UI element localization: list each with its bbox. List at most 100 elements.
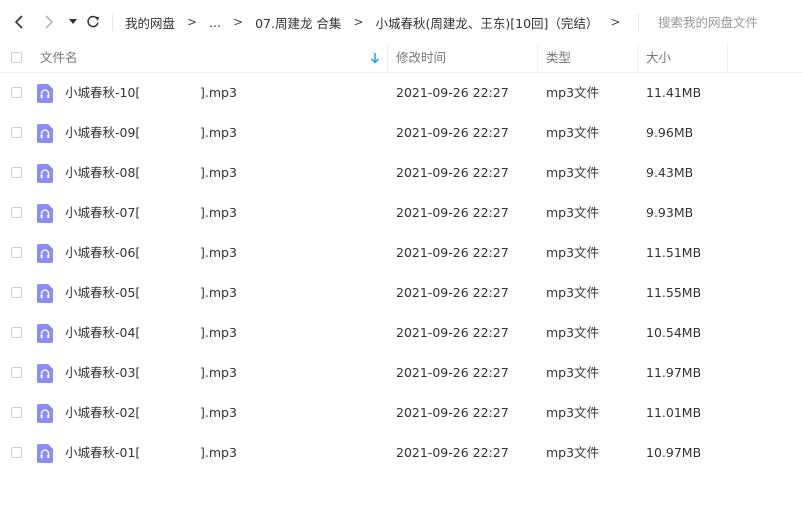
- file-name-suffix[interactable]: ].mp3: [200, 193, 237, 233]
- breadcrumb-separator: >: [353, 15, 364, 29]
- select-all-checkbox[interactable]: [11, 52, 22, 63]
- breadcrumb-item-ellipsis[interactable]: ...: [209, 15, 221, 30]
- file-type: mp3文件: [546, 245, 600, 260]
- file-type: mp3文件: [546, 445, 600, 460]
- audio-file-icon: [37, 124, 53, 143]
- column-header-type[interactable]: 类型: [546, 44, 571, 72]
- file-modified: 2021-09-26 22:27: [396, 285, 509, 300]
- column-divider[interactable]: [637, 44, 638, 72]
- row-checkbox[interactable]: [11, 167, 22, 178]
- breadcrumb-separator: >: [610, 15, 621, 29]
- file-modified: 2021-09-26 22:27: [396, 205, 509, 220]
- file-modified: 2021-09-26 22:27: [396, 445, 509, 460]
- forward-button[interactable]: [39, 11, 59, 33]
- file-row[interactable]: 小城春秋-09[ ].mp3 2021-09-26 22:27 mp3文件 9.96MB: [0, 113, 802, 153]
- audio-file-icon: [37, 404, 53, 423]
- column-header-size[interactable]: 大小: [646, 44, 671, 72]
- row-checkbox[interactable]: [11, 87, 22, 98]
- audio-file-icon: [37, 284, 53, 303]
- file-row[interactable]: 小城春秋-08[].mp3 2021-09-26 22:27 mp3文件 9.43MB: [0, 153, 802, 193]
- file-name-prefix[interactable]: 小城春秋-02[: [65, 393, 140, 433]
- file-type: mp3文件: [546, 405, 600, 420]
- file-type: mp3文件: [546, 365, 600, 380]
- file-row[interactable]: 小城春秋-04[ ].mp3 2021-09-26 22:27 mp3文件 10.54M…: [0, 313, 802, 353]
- file-modified: 2021-09-26 22:27: [396, 365, 509, 380]
- audio-file-icon: [37, 84, 53, 103]
- refresh-icon: [87, 15, 99, 28]
- file-row[interactable]: 小城春秋-06[ ].mp3 2021-09-26 22:27 mp3文件 11.51M…: [0, 233, 802, 273]
- file-name-prefix[interactable]: 小城春秋-06[: [65, 233, 140, 273]
- file-type: mp3文件: [546, 125, 600, 140]
- file-name-suffix[interactable]: ].mp3: [200, 393, 237, 433]
- row-checkbox[interactable]: [11, 327, 22, 338]
- breadcrumb-item-collection[interactable]: 07.周建龙 合集: [255, 13, 341, 32]
- file-name-suffix[interactable]: ].mp3: [200, 433, 237, 473]
- file-size: 10.97MB: [646, 445, 702, 460]
- file-name-suffix[interactable]: ].mp3: [200, 273, 237, 313]
- file-type: mp3文件: [546, 325, 600, 340]
- file-modified: 2021-09-26 22:27: [396, 125, 509, 140]
- column-divider[interactable]: [387, 44, 388, 72]
- file-list-header: 文件名 修改时间 类型 大小: [0, 44, 802, 73]
- file-row[interactable]: 小城春秋-02[].mp3 2021-09-26 22:27 mp3文件 11.01M…: [0, 393, 802, 433]
- file-row[interactable]: 小城春秋-07[].mp3 2021-09-26 22:27 mp3文件 9.93MB: [0, 193, 802, 233]
- refresh-button[interactable]: [83, 11, 103, 33]
- toolbar: 我的网盘 > ... > 07.周建龙 合集 > 小城春秋(周建龙、王东)[10…: [0, 0, 802, 44]
- file-name-suffix[interactable]: ].mp3: [200, 73, 237, 113]
- file-row[interactable]: 小城春秋-05[].mp3 2021-09-26 22:27 mp3文件 11.55M…: [0, 273, 802, 313]
- breadcrumb-item-current[interactable]: 小城春秋(周建龙、王东)[10回]（完结）: [375, 13, 598, 32]
- search-input[interactable]: [640, 12, 802, 32]
- file-type: mp3文件: [546, 165, 600, 180]
- sort-down-arrow-icon[interactable]: [370, 53, 380, 64]
- caret-down-icon: [69, 19, 77, 24]
- row-checkbox[interactable]: [11, 287, 22, 298]
- breadcrumb-separator: >: [187, 15, 198, 29]
- file-size: 11.51MB: [646, 245, 702, 260]
- file-size: 11.01MB: [646, 405, 702, 420]
- file-name-prefix[interactable]: 小城春秋-04[: [65, 313, 140, 353]
- audio-file-icon: [37, 244, 53, 263]
- file-name-prefix[interactable]: 小城春秋-05[: [65, 273, 140, 313]
- column-divider[interactable]: [727, 44, 728, 72]
- file-name-prefix[interactable]: 小城春秋-09[: [65, 113, 140, 153]
- file-name-suffix[interactable]: ].mp3: [200, 353, 237, 393]
- search-divider: [638, 13, 639, 31]
- file-size: 9.96MB: [646, 125, 694, 140]
- file-name-suffix[interactable]: ].mp3: [200, 233, 237, 273]
- file-row[interactable]: 小城春秋-01[ ].mp3 2021-09-26 22:27 mp3文件 10.97M…: [0, 433, 802, 473]
- file-row[interactable]: 小城春秋-10[].mp3 2021-09-26 22:27 mp3文件 11.41M…: [0, 73, 802, 113]
- row-checkbox[interactable]: [11, 247, 22, 258]
- file-modified: 2021-09-26 22:27: [396, 85, 509, 100]
- audio-file-icon: [37, 444, 53, 463]
- file-name-suffix[interactable]: ].mp3: [200, 153, 237, 193]
- row-checkbox[interactable]: [11, 407, 22, 418]
- file-name-prefix[interactable]: 小城春秋-01[: [65, 433, 140, 473]
- column-header-modified[interactable]: 修改时间: [396, 44, 446, 72]
- file-modified: 2021-09-26 22:27: [396, 245, 509, 260]
- breadcrumb-item-home[interactable]: 我的网盘: [125, 13, 175, 32]
- file-size: 10.54MB: [646, 325, 702, 340]
- file-modified: 2021-09-26 22:27: [396, 325, 509, 340]
- column-divider[interactable]: [537, 44, 538, 72]
- breadcrumb: 我的网盘 > ... > 07.周建龙 合集 > 小城春秋(周建龙、王东)[10…: [125, 0, 632, 44]
- file-row[interactable]: 小城春秋-03[].mp3 2021-09-26 22:27 mp3文件 11.97M…: [0, 353, 802, 393]
- file-name-prefix[interactable]: 小城春秋-08[: [65, 153, 140, 193]
- row-checkbox[interactable]: [11, 367, 22, 378]
- toolbar-divider: [112, 13, 113, 31]
- row-checkbox[interactable]: [11, 127, 22, 138]
- chevron-right-icon: [45, 15, 54, 29]
- history-dropdown-button[interactable]: [63, 11, 83, 33]
- file-type: mp3文件: [546, 85, 600, 100]
- file-name-suffix[interactable]: ].mp3: [200, 113, 237, 153]
- row-checkbox[interactable]: [11, 207, 22, 218]
- file-size: 9.43MB: [646, 165, 694, 180]
- file-name-prefix[interactable]: 小城春秋-10[: [65, 73, 140, 113]
- file-type: mp3文件: [546, 285, 600, 300]
- file-name-prefix[interactable]: 小城春秋-07[: [65, 193, 140, 233]
- column-header-name[interactable]: 文件名: [40, 44, 78, 72]
- back-button[interactable]: [9, 11, 29, 33]
- row-checkbox[interactable]: [11, 447, 22, 458]
- file-name-prefix[interactable]: 小城春秋-03[: [65, 353, 140, 393]
- audio-file-icon: [37, 324, 53, 343]
- file-name-suffix[interactable]: ].mp3: [200, 313, 237, 353]
